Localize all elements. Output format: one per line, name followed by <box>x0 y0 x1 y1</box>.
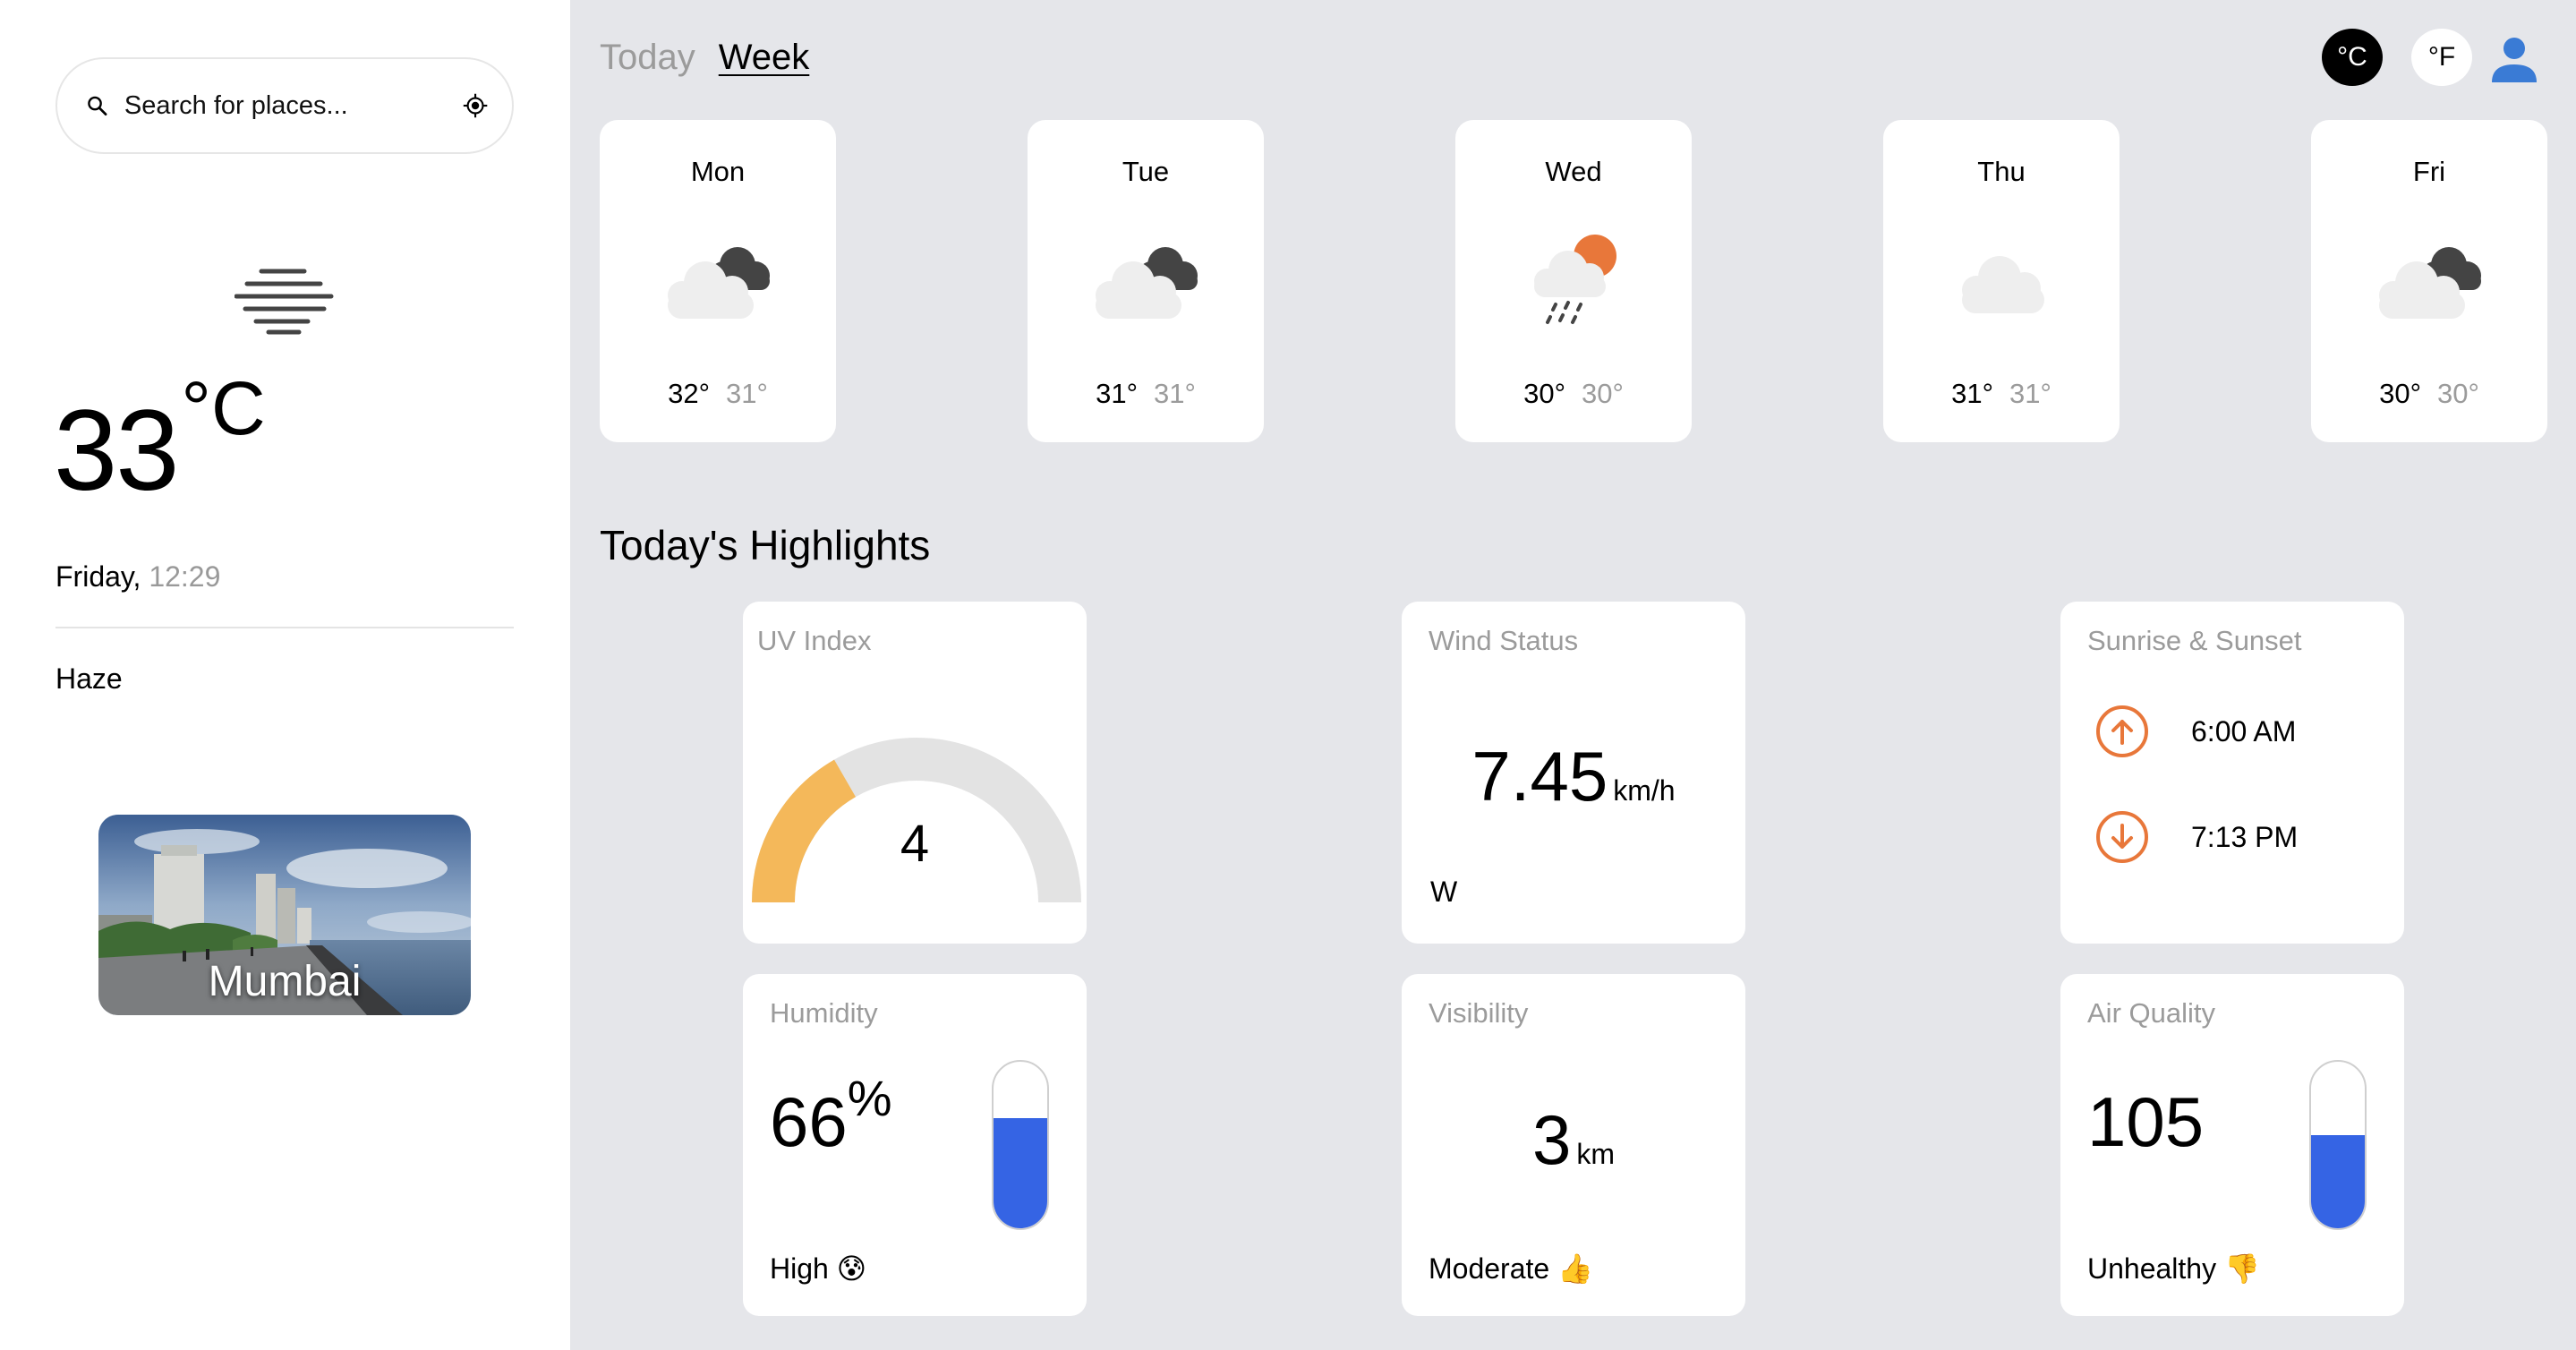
day-name: Mon <box>690 156 746 187</box>
sunrise-time: 6:00 AM <box>2191 714 2297 748</box>
day-card-thu: Thu 31° 31° <box>1883 120 2120 442</box>
visibility-unit: km <box>1576 1138 1616 1170</box>
cloudy-icon <box>668 247 770 319</box>
max-temp: 30° <box>2379 378 2421 409</box>
day-temps: 30° 30° <box>2311 378 2547 410</box>
humidity-bar <box>992 1060 1049 1230</box>
uv-gauge: 4 <box>752 738 1081 903</box>
day-temps: 32° 31° <box>600 378 836 410</box>
day-card-wed: Wed 30° 30° <box>1455 120 1692 442</box>
visibility-number: 3 <box>1531 1100 1572 1179</box>
city-name: Mumbai <box>208 958 362 1005</box>
sunrise-sunset-card: Sunrise & Sunset 6:00 AM 7:13 PM <box>2060 602 2404 944</box>
search-bar[interactable] <box>55 57 514 154</box>
day-card-tue: Tue 31° 31° <box>1028 120 1264 442</box>
card-label: Wind Status <box>1429 625 1579 656</box>
rain-sun-icon <box>1534 235 1616 324</box>
max-temp: 31° <box>1951 378 1993 409</box>
air-quality-bar <box>2309 1060 2367 1230</box>
current-temperature: 33°C <box>54 371 266 508</box>
cloud-icon <box>1962 256 2044 313</box>
day-name: Tue <box>1122 156 1170 187</box>
haze-icon <box>235 269 334 335</box>
day-temps: 31° 31° <box>1028 378 1264 410</box>
humidity-unit: % <box>847 1070 892 1126</box>
current-time: 12:29 <box>149 560 221 593</box>
sunset-icon <box>2096 811 2148 863</box>
day-temps: 31° 31° <box>1883 378 2120 410</box>
cloudy-icon <box>1096 247 1198 319</box>
current-location-icon[interactable] <box>462 83 489 128</box>
day-name: Fri <box>2412 156 2446 187</box>
weather-condition: Haze <box>55 662 123 695</box>
uv-value: 4 <box>900 815 929 873</box>
wind-speed-unit: km/h <box>1613 774 1676 807</box>
visibility-card: Visibility 3 km Moderate 👍 <box>1402 974 1745 1316</box>
humidity-value: 66% <box>770 1070 892 1163</box>
cloudy-icon <box>2379 247 2481 319</box>
view-tabs: Today Week <box>600 38 809 78</box>
current-datetime: Friday, 12:29 <box>55 560 220 594</box>
celsius-button[interactable]: °C <box>2322 29 2383 86</box>
highlights-title: Today's Highlights <box>600 522 931 568</box>
wind-speed: 7.45 km/h <box>1402 736 1745 817</box>
day-name: Thu <box>1977 156 2026 187</box>
card-label: Visibility <box>1429 997 1529 1029</box>
max-temp: 30° <box>1523 378 1565 409</box>
uv-index-card: UV Index 4 <box>743 602 1087 944</box>
wind-direction: W <box>1430 876 1458 908</box>
sunset-time: 7:13 PM <box>2191 820 2299 853</box>
sidebar-divider <box>55 627 514 628</box>
humidity-bar-fill <box>994 1118 1047 1228</box>
min-temp: 31° <box>726 378 768 409</box>
visibility-status: Moderate 👍 <box>1429 1252 1593 1285</box>
humidity-status: High 😰 <box>770 1252 867 1285</box>
sunrise-row: 6:00 AM <box>2094 704 2296 759</box>
min-temp: 30° <box>1582 378 1624 409</box>
fahrenheit-button[interactable]: °F <box>2411 29 2472 86</box>
day-name: Wed <box>1545 156 1602 187</box>
min-temp: 31° <box>1154 378 1196 409</box>
max-temp: 31° <box>1096 378 1138 409</box>
visibility-value: 3 km <box>1402 1099 1745 1181</box>
card-label: Air Quality <box>2087 997 2215 1029</box>
day-card-fri: Fri 30° 30° <box>2311 120 2547 442</box>
current-day: Friday, <box>55 560 141 593</box>
sidebar: 33°C Friday, 12:29 Haze <box>0 0 570 1350</box>
day-card-mon: Mon 32° 31° <box>600 120 836 442</box>
wind-speed-value: 7.45 <box>1471 737 1608 816</box>
max-temp: 32° <box>668 378 710 409</box>
air-quality-card: Air Quality 105 Unhealthy 👎 <box>2060 974 2404 1316</box>
city-card: Mumbai <box>98 815 471 1015</box>
air-quality-status: Unhealthy 👎 <box>2087 1252 2260 1285</box>
user-icon[interactable] <box>2488 34 2540 86</box>
card-label: Humidity <box>770 997 878 1029</box>
humidity-card: Humidity 66% High 😰 <box>743 974 1087 1316</box>
tab-week[interactable]: Week <box>719 38 810 78</box>
min-temp: 31° <box>2009 378 2051 409</box>
sunrise-icon <box>2096 705 2148 757</box>
uv-gauge-fill <box>752 759 857 903</box>
air-quality-bar-fill <box>2311 1134 2365 1228</box>
min-temp: 30° <box>2437 378 2479 409</box>
humidity-number: 66 <box>770 1082 848 1161</box>
temperature-value: 33 <box>54 387 179 515</box>
day-temps: 30° 30° <box>1455 378 1692 410</box>
search-icon <box>88 96 107 115</box>
card-label: Sunrise & Sunset <box>2087 625 2302 656</box>
sunset-row: 7:13 PM <box>2094 809 2298 865</box>
tab-today[interactable]: Today <box>600 38 695 78</box>
search-input[interactable] <box>124 90 462 121</box>
wind-status-card: Wind Status 7.45 km/h W <box>1402 602 1745 944</box>
temperature-unit: °C <box>181 366 266 450</box>
air-quality-value: 105 <box>2087 1082 2205 1161</box>
